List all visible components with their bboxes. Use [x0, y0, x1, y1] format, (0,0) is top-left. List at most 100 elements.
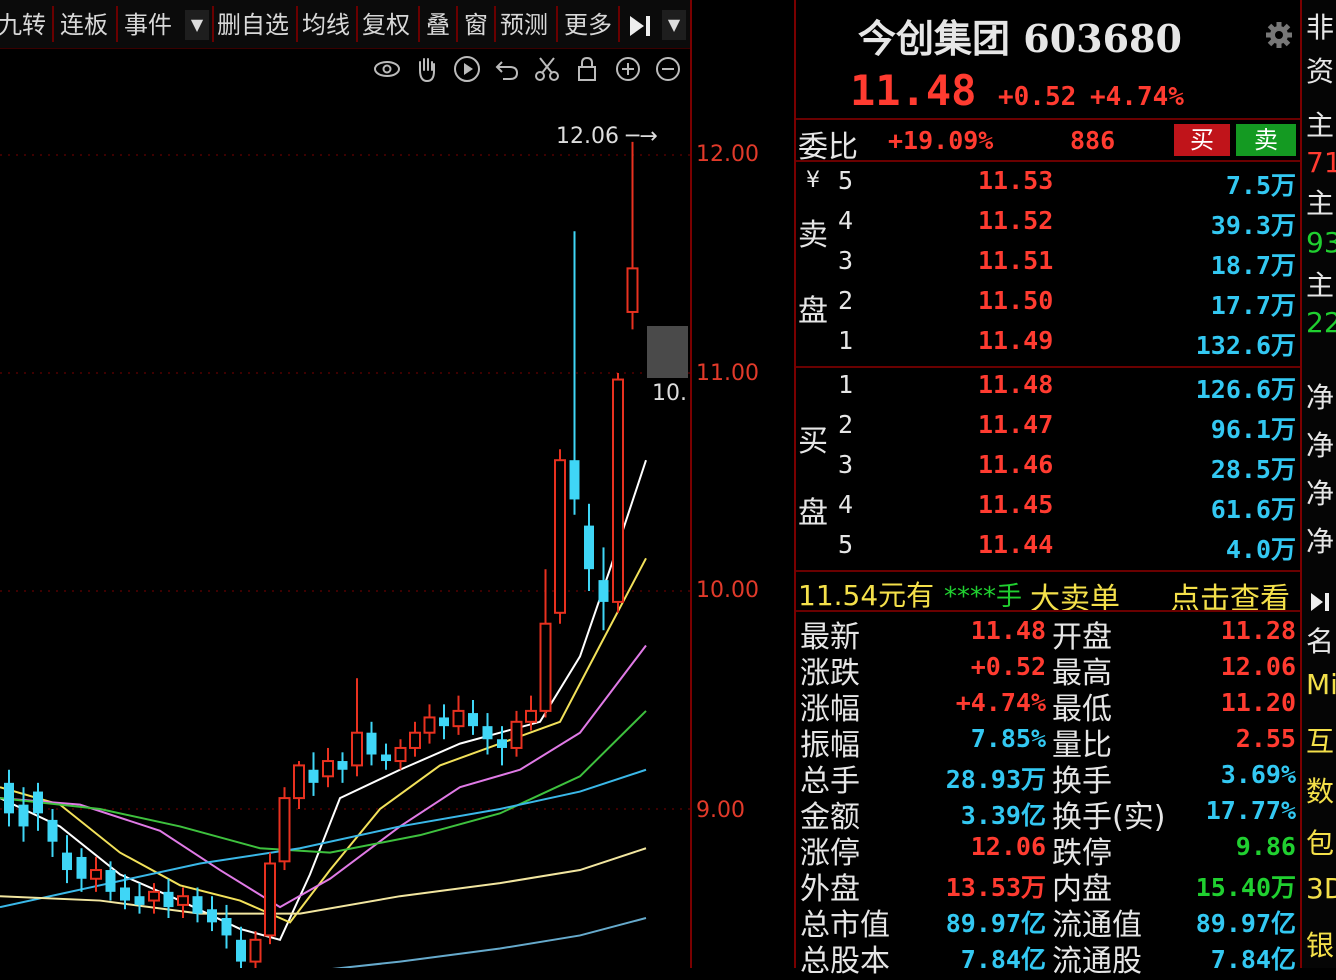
stat-value: 7.85% [970, 724, 1046, 753]
candle-body [177, 895, 189, 906]
candle-body [381, 754, 391, 762]
toolbar-item-events[interactable]: 事件 [124, 8, 172, 42]
scissors-icon[interactable] [532, 54, 562, 84]
buy-level-price[interactable]: 11.47 [978, 410, 1053, 439]
toolbar-item-overlay[interactable]: 叠 [426, 8, 450, 42]
eye-icon[interactable] [372, 54, 402, 84]
side-tab-item[interactable]: 主 [1306, 264, 1334, 304]
side-tab-item[interactable]: 71 [1306, 146, 1336, 179]
toolbar-item-jiuzhuan[interactable]: 九转 [0, 8, 46, 42]
toolbar-divider [52, 6, 54, 42]
stat-value: 11.48 [970, 616, 1046, 645]
undo-icon[interactable] [492, 54, 522, 84]
buy-level-number: 4 [838, 490, 854, 519]
side-tab-item[interactable]: 93 [1306, 226, 1336, 259]
toolbar-item-window[interactable]: 窗 [464, 8, 488, 42]
stat-value: 28.93万 [945, 765, 1046, 794]
zoom-in-icon[interactable] [613, 54, 643, 84]
sell-level-price[interactable]: 11.52 [978, 206, 1053, 235]
kline-chart[interactable] [0, 90, 690, 968]
candle-body [423, 716, 436, 734]
candle-body [120, 887, 130, 901]
side-tab-item[interactable]: 主 [1306, 104, 1334, 144]
toolbar-divider [618, 6, 620, 42]
toolbar-item-forecast[interactable]: 预测 [500, 8, 548, 42]
side-tab-item[interactable]: 净 [1306, 376, 1334, 416]
side-tab-item[interactable]: 净 [1306, 472, 1334, 512]
weibi-diff: 886 [1070, 126, 1116, 155]
sell-level-price[interactable]: 11.50 [978, 286, 1053, 315]
sell-side-label: 盘 [798, 294, 828, 329]
candle-body [308, 769, 319, 783]
hand-icon[interactable] [412, 54, 442, 84]
stock-code: 603680 [1023, 16, 1182, 61]
side-tab-item[interactable]: 银 [1306, 924, 1334, 964]
play-icon[interactable] [452, 54, 482, 84]
side-tab-item[interactable]: 资 [1306, 50, 1334, 90]
buy-button[interactable]: 买 [1174, 124, 1230, 156]
candle-body [105, 870, 116, 892]
sell-level-number: 5 [838, 166, 854, 195]
toolbar-item-lianban[interactable]: 连板 [60, 8, 108, 42]
skip-forward-icon[interactable] [626, 12, 654, 40]
stat-value: 12.06 [970, 832, 1046, 861]
big-order-alert[interactable]: 11.54元有 ****手 大卖单 点击查看 [796, 574, 1302, 617]
buy-level-price[interactable]: 11.46 [978, 450, 1053, 479]
last-price: 11.48 [850, 66, 977, 115]
sell-level-price[interactable]: 11.51 [978, 246, 1053, 275]
side-tab-item[interactable]: Mi [1306, 668, 1336, 701]
candle-body [482, 726, 493, 740]
candle-body [468, 713, 478, 727]
candle-body [47, 819, 58, 842]
y-tick-label: 10.00 [696, 578, 759, 603]
sell-level-volume: 132.6万 [1195, 331, 1296, 360]
currency-symbol: ¥ [806, 168, 820, 193]
side-tab-item[interactable]: 互 [1306, 720, 1334, 760]
stat-label: 流通股 [1052, 944, 1142, 979]
buy-level-volume: 126.6万 [1195, 375, 1296, 404]
stat-value: 13.53万 [945, 873, 1046, 902]
side-tab-item[interactable]: 包 [1306, 822, 1334, 862]
buy-level-price[interactable]: 11.44 [978, 530, 1053, 559]
side-tab-column: 非资主71主93主22净净净净名Mi互数包3D银 [1300, 0, 1336, 968]
side-tab-item[interactable]: 数 [1306, 770, 1334, 810]
toolbar-divider [556, 6, 558, 42]
side-tab-item[interactable]: 非 [1306, 6, 1334, 46]
stat-value: 9.86 [1235, 832, 1296, 861]
toolbar-item-moving-average[interactable]: 均线 [302, 8, 350, 42]
zoom-out-icon[interactable] [653, 54, 683, 84]
big-order-price: 11.54元有 [798, 579, 935, 612]
price-axis: 12.00 11.00 10.00 9.00 [690, 0, 796, 968]
toolbar-divider [212, 6, 214, 42]
buy-level-price[interactable]: 11.48 [978, 370, 1053, 399]
candle-body [293, 764, 305, 800]
toolbar-item-adjust[interactable]: 复权 [362, 8, 410, 42]
buy-level-price[interactable]: 11.45 [978, 490, 1053, 519]
side-tab-item[interactable]: 净 [1306, 520, 1334, 560]
divider [796, 570, 1302, 572]
candle-body [221, 918, 232, 936]
side-tab-item[interactable]: 22 [1306, 306, 1336, 339]
side-tab-item[interactable]: 3D [1306, 872, 1336, 905]
toolbar-item-more[interactable]: 更多 [564, 8, 612, 42]
chevron-down-icon[interactable]: ▼ [185, 10, 209, 40]
sell-level-number: 1 [838, 326, 854, 355]
divider [796, 366, 1302, 368]
side-tab-item[interactable]: 名 [1306, 620, 1334, 660]
price-change: +0.52 [998, 82, 1077, 112]
sell-button[interactable]: 卖 [1236, 124, 1296, 156]
candle-body [351, 731, 363, 767]
gear-icon[interactable] [1264, 20, 1294, 50]
side-tab-item[interactable]: 净 [1306, 424, 1334, 464]
buy-level-number: 3 [838, 450, 854, 479]
lock-icon[interactable] [572, 54, 602, 84]
toolbar-divider [418, 6, 420, 42]
stock-title: 今创集团 603680 [858, 8, 1182, 63]
stat-label: 总股本 [800, 944, 890, 979]
toolbar-item-remove-watchlist[interactable]: 删自选 [217, 8, 289, 42]
skip-forward-icon[interactable] [1308, 590, 1332, 614]
side-tab-item[interactable]: 主 [1306, 182, 1334, 222]
chevron-down-icon[interactable]: ▼ [662, 10, 686, 40]
sell-level-price[interactable]: 11.53 [978, 166, 1053, 195]
sell-level-price[interactable]: 11.49 [978, 326, 1053, 355]
